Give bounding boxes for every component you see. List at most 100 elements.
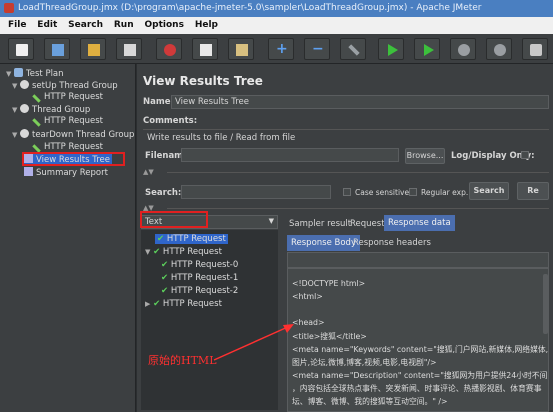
- gear-icon: [20, 129, 29, 138]
- log-display-checkbox[interactable]: [521, 151, 529, 159]
- search-input[interactable]: [181, 185, 331, 199]
- expand-icon: +: [276, 41, 288, 57]
- tab-sampler-result[interactable]: Sampler result: [289, 219, 351, 229]
- menu-edit[interactable]: Edit: [37, 17, 57, 30]
- response-body-text[interactable]: <!DOCTYPE html> <html> <head> <title>搜狐<…: [287, 268, 549, 412]
- new-icon: [16, 44, 28, 56]
- tree-item-http-request-1[interactable]: HTTP Request: [32, 92, 103, 104]
- comments-label: Comments:: [143, 116, 198, 126]
- test-plan-tree: ▼ Test Plan ▼ setUp Thread Group HTTP Requ…: [0, 64, 136, 412]
- result-item[interactable]: ▼ ✔ HTTP Request: [145, 247, 222, 257]
- result-item[interactable]: ✔ HTTP Request: [155, 234, 228, 244]
- menu-search[interactable]: Search: [68, 17, 103, 30]
- filename-input[interactable]: [181, 148, 399, 162]
- start-icon: [388, 44, 398, 56]
- pen-icon: [32, 118, 41, 127]
- case-sensitive-checkbox[interactable]: [343, 188, 351, 196]
- start-no-pause-button[interactable]: [414, 38, 440, 60]
- code-line: <html>: [292, 292, 323, 301]
- clear-button[interactable]: [522, 38, 548, 60]
- browse-button[interactable]: Browse...: [405, 148, 445, 164]
- window-title-bar: LoadThreadGroup.jmx (D:\program\apache-j…: [0, 0, 553, 17]
- stop-button[interactable]: [450, 38, 476, 60]
- annotation-text: 原始的HTML: [148, 354, 217, 367]
- stop-icon: [458, 44, 470, 56]
- regex-label: Regular exp.: [421, 188, 469, 197]
- gear-icon: [20, 104, 29, 113]
- paste-icon: [236, 44, 248, 56]
- write-results-label: Write results to file / Read from file: [147, 133, 296, 143]
- copy-icon: [200, 44, 212, 56]
- highlight-box: [140, 211, 208, 228]
- tab-response-data[interactable]: Response data: [384, 215, 455, 231]
- tree-item-summary-report[interactable]: Summary Report: [24, 167, 108, 179]
- clear-icon: [530, 44, 542, 56]
- toggle-button[interactable]: [340, 38, 366, 60]
- open-icon: [88, 44, 100, 56]
- chevron-down-icon: ▼: [268, 217, 274, 225]
- result-item[interactable]: ▶ ✔ HTTP Request: [145, 299, 222, 309]
- result-item[interactable]: ✔ HTTP Request-1: [161, 273, 238, 283]
- paste-button[interactable]: [228, 38, 254, 60]
- tree-item-thread-group[interactable]: ▼ Thread Group: [12, 104, 90, 116]
- templates-button[interactable]: [44, 38, 70, 60]
- divider: [167, 172, 549, 173]
- new-button[interactable]: [8, 38, 34, 60]
- menu-options[interactable]: Options: [145, 17, 184, 30]
- save-button[interactable]: [116, 38, 142, 60]
- highlight-box: [22, 152, 125, 166]
- menu-file[interactable]: File: [8, 17, 26, 30]
- tab-response-headers[interactable]: Response headers: [353, 238, 431, 248]
- regex-checkbox[interactable]: [409, 188, 417, 196]
- code-line: 图片,论坛,微博,博客,视频,电影,电视剧"/>: [292, 358, 437, 367]
- menu-run[interactable]: Run: [114, 17, 134, 30]
- page-title: View Results Tree: [143, 74, 263, 88]
- splitter-arrows[interactable]: ▲▼: [143, 168, 154, 176]
- code-line: ，内容包括全球热点事件、突发新闻、时事评论、热播影视剧、体育赛事: [292, 384, 542, 393]
- code-line: <meta name="Description" content="搜狐网为用户…: [292, 371, 549, 380]
- reset-button[interactable]: Re: [517, 182, 549, 200]
- flask-icon: [14, 68, 23, 77]
- templates-icon: [52, 44, 64, 56]
- tab-response-body[interactable]: Response Body: [287, 235, 360, 251]
- collapse-button[interactable]: −: [304, 38, 330, 60]
- tree-item-http-request-2[interactable]: HTTP Request: [32, 116, 103, 128]
- code-line: <meta name="Keywords" content="搜狐,门户网站,新…: [292, 345, 549, 354]
- start-no-pause-icon: [424, 44, 434, 56]
- menu-help[interactable]: Help: [195, 17, 218, 30]
- result-item[interactable]: ✔ HTTP Request-0: [161, 260, 238, 270]
- case-sensitive-label: Case sensitive: [355, 188, 410, 197]
- result-item[interactable]: ✔ HTTP Request-2: [161, 286, 238, 296]
- cut-button[interactable]: [156, 38, 182, 60]
- search-button[interactable]: Search: [469, 182, 509, 200]
- collapse-icon: −: [312, 41, 324, 57]
- save-icon: [124, 44, 136, 56]
- window-title: LoadThreadGroup.jmx (D:\program\apache-j…: [18, 3, 482, 13]
- tree-item-test-plan[interactable]: ▼ Test Plan: [6, 68, 64, 80]
- open-button[interactable]: [80, 38, 106, 60]
- shutdown-button[interactable]: [486, 38, 512, 60]
- annotation-arrow: [213, 324, 294, 361]
- scrollbar[interactable]: [543, 274, 548, 334]
- toolbar: + −: [0, 34, 553, 64]
- response-search-input[interactable]: [287, 252, 549, 268]
- app-icon: [4, 3, 14, 13]
- divider: [167, 208, 549, 209]
- cut-icon: [164, 44, 176, 56]
- tab-request[interactable]: Request: [350, 219, 385, 229]
- search-label: Search:: [145, 188, 182, 198]
- expand-button[interactable]: +: [268, 38, 294, 60]
- copy-button[interactable]: [192, 38, 218, 60]
- name-input[interactable]: View Results Tree: [171, 95, 549, 109]
- chart-icon: [24, 167, 33, 176]
- tree-item-teardown-thread-group[interactable]: ▼ tearDown Thread Group: [12, 129, 134, 141]
- code-line: <title>搜狐</title>: [292, 332, 367, 341]
- pen-icon: [32, 94, 41, 103]
- start-button[interactable]: [378, 38, 404, 60]
- name-label: Name:: [143, 97, 174, 107]
- menu-bar: File Edit Search Run Options Help: [0, 17, 553, 34]
- code-line: <!DOCTYPE html>: [292, 279, 366, 288]
- shutdown-icon: [494, 44, 506, 56]
- gear-icon: [20, 80, 29, 89]
- tree-item-setup-thread-group[interactable]: ▼ setUp Thread Group: [12, 80, 118, 92]
